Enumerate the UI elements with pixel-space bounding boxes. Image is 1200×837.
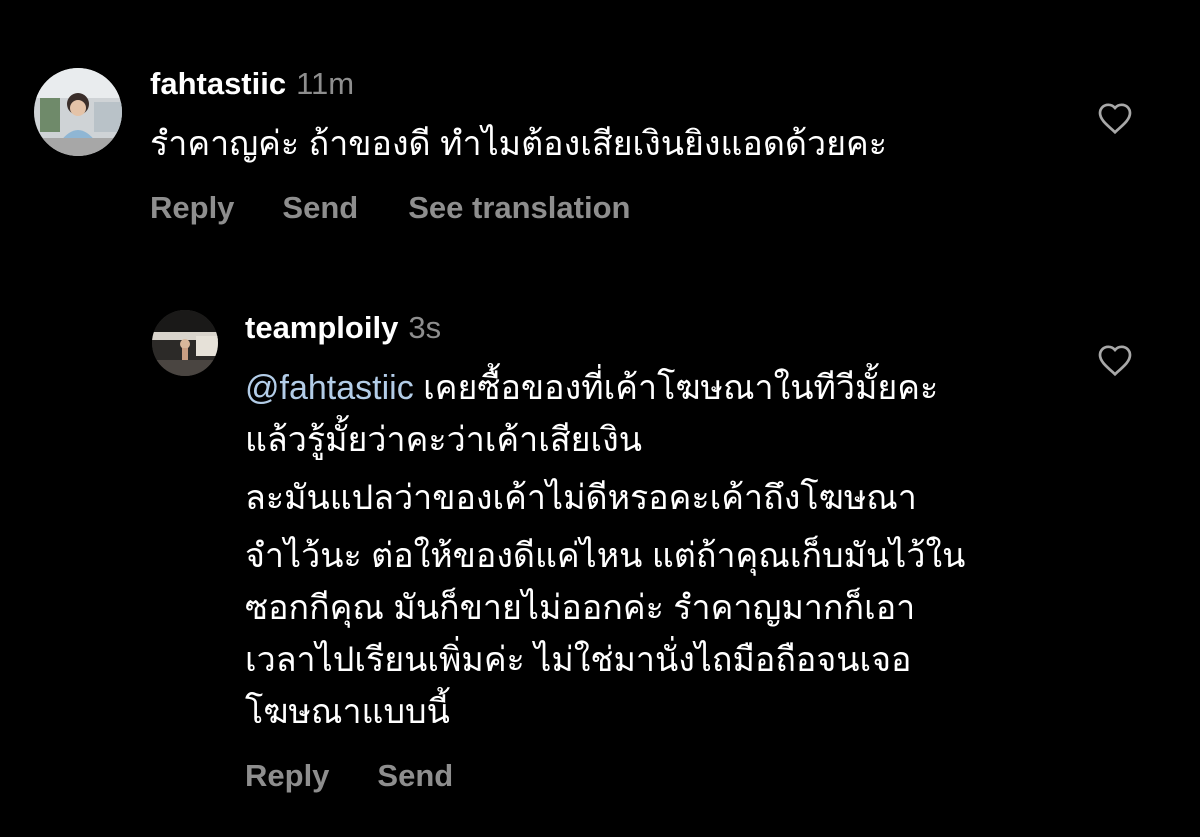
avatar-photo [34,68,122,156]
avatar[interactable] [152,310,218,376]
comment-line: @fahtastiic เคยซื้อของที่เค้าโฆษณาในทีวี… [245,362,965,414]
avatar[interactable] [34,68,122,156]
see-translation-button[interactable]: See translation [408,190,630,226]
comment-header: fahtastiic 11m [150,66,354,102]
comment-line: จำไว้นะ ต่อให้ของดีแค่ไหน แต่ถ้าคุณเก็บม… [245,537,966,575]
comment-text: @fahtastiic เคยซื้อของที่เค้าโฆษณาในทีวี… [245,362,965,738]
reply-button[interactable]: Reply [245,758,329,794]
comment-line: แล้วรู้มั้ยว่าคะว่าเค้าเสียเงิน [245,421,643,459]
heart-icon[interactable] [1097,343,1133,377]
comment-line: ซอกกีคุณ มันก็ขายไม่ออกค่ะ รำคาญมากก็เอา [245,589,916,627]
comment-actions: Reply Send See translation [150,190,630,226]
send-button[interactable]: Send [282,190,358,226]
comment-line: เวลาไปเรียนเพิ่มค่ะ ไม่ใช่มานั่งไถมือถือ… [245,641,912,679]
heart-icon[interactable] [1097,101,1133,135]
timestamp: 11m [296,66,355,101]
comment-header: teamploily 3s [245,310,441,346]
avatar-photo [152,310,218,376]
send-button[interactable]: Send [377,758,453,794]
mention-link[interactable]: @fahtastiic [245,369,414,407]
comment-line: รำคาญค่ะ ถ้าของดี ทำไมต้องเสียเงินยิงแอด… [150,125,887,163]
comment-line: ละมันแปลว่าของเค้าไม่ดีหรอคะเค้าถึงโฆษณา [245,479,917,517]
comment-line-text: เคยซื้อของที่เค้าโฆษณาในทีวีมั้ยคะ [413,369,939,407]
username[interactable]: fahtastiic [150,66,286,101]
username[interactable]: teamploily [245,310,398,345]
timestamp: 3s [408,310,442,345]
comment-line: โฆษณาแบบนี้ [245,693,450,731]
reply-button[interactable]: Reply [150,190,234,226]
comment-actions: Reply Send [245,758,453,794]
comment-text: รำคาญค่ะ ถ้าของดี ทำไมต้องเสียเงินยิงแอด… [150,118,887,170]
